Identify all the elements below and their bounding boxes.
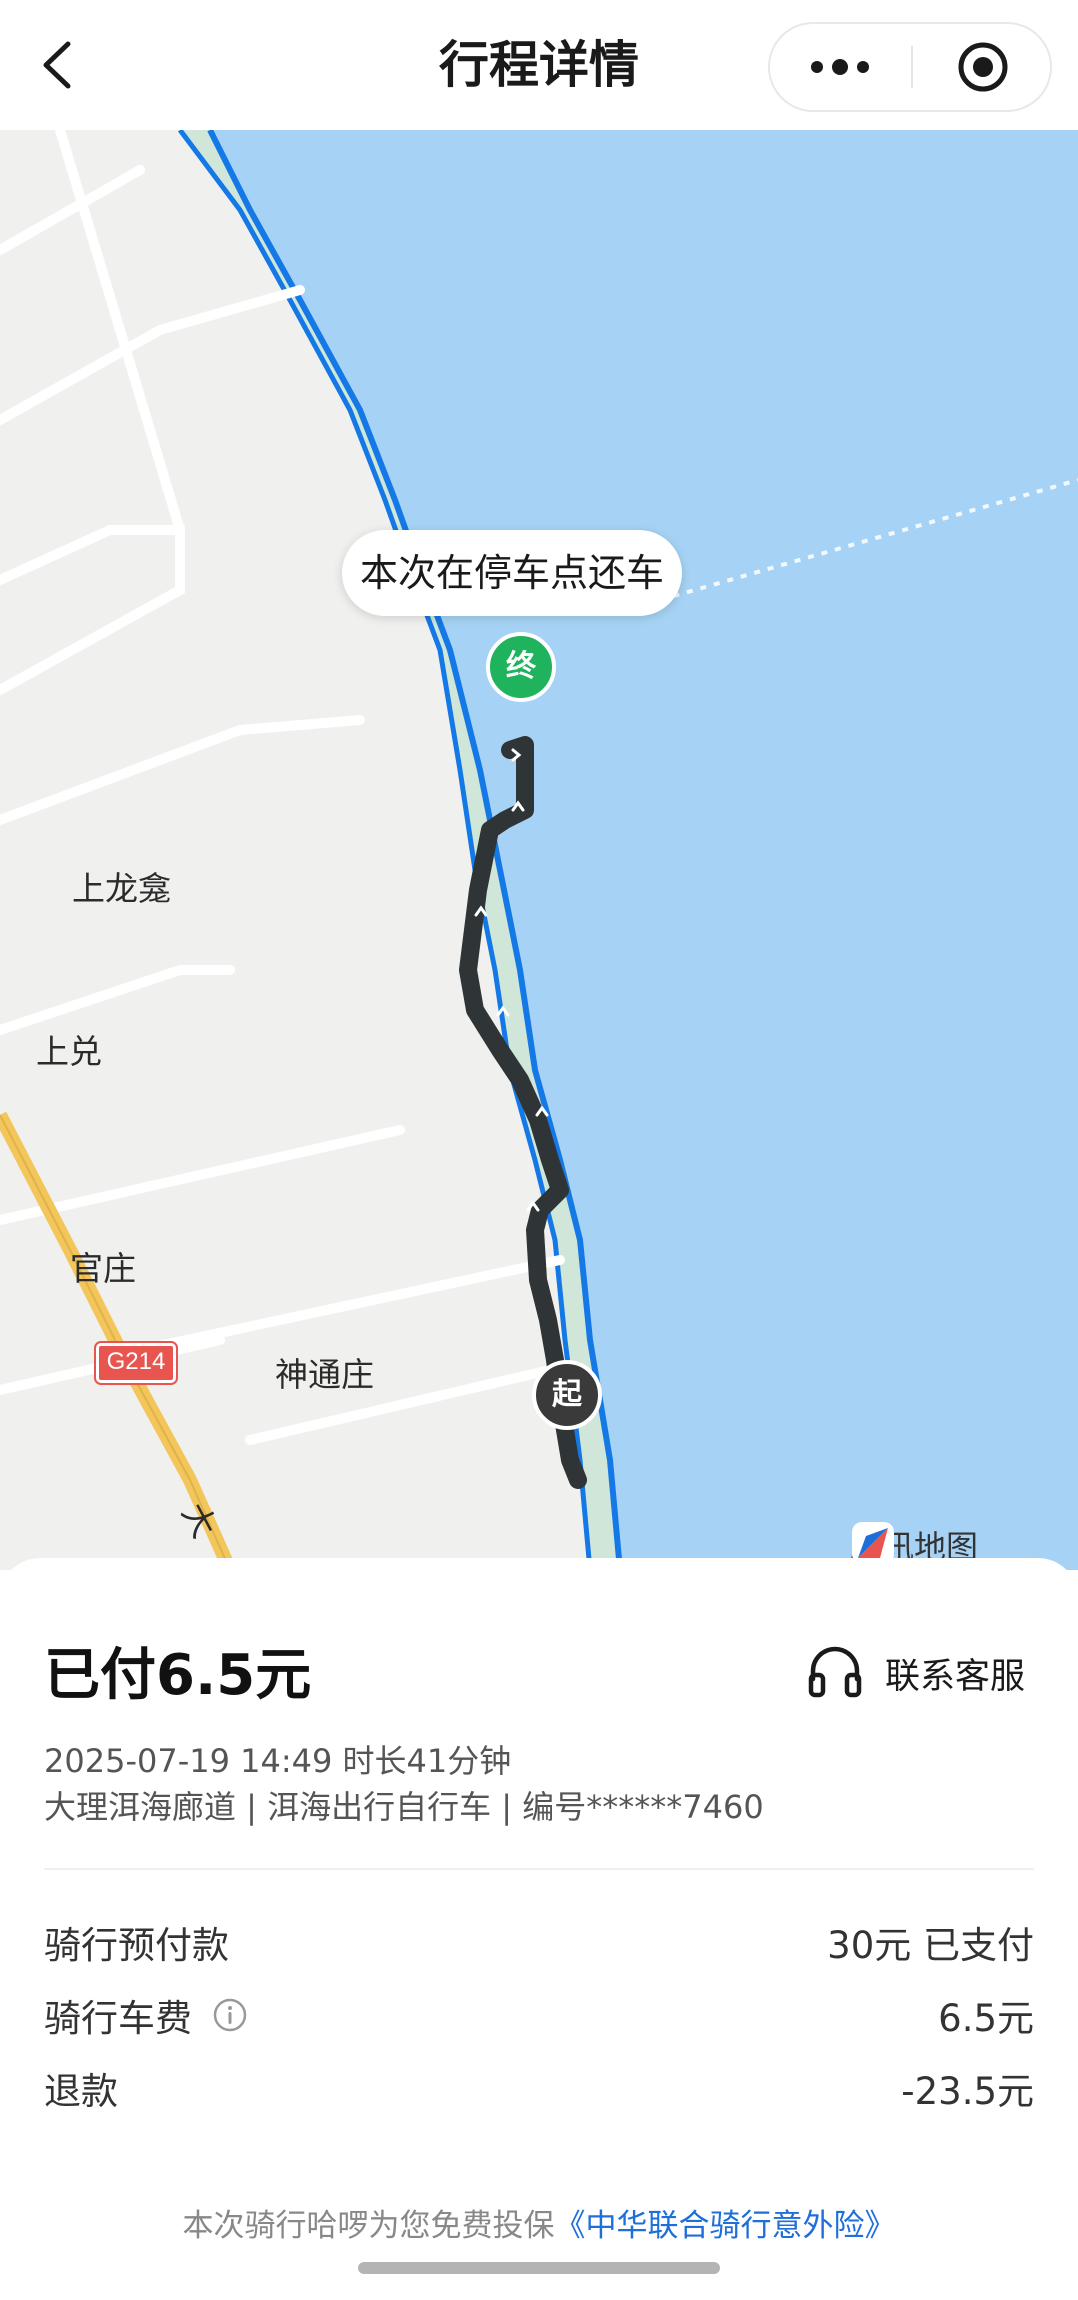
insurance-text: 本次骑行哈啰为您免费投保 bbox=[182, 2208, 555, 2244]
fee-row-prepay: 骑行预付款 30元 已支付 bbox=[44, 1912, 1034, 1972]
home-indicator bbox=[358, 2262, 720, 2274]
trip-summary-panel: 已付6.5元 联系客服 2025-07-19 14:49 时长41分钟 大理洱海… bbox=[0, 1558, 1078, 2300]
close-miniprogram-button[interactable] bbox=[913, 24, 1052, 110]
fee-value: -23.5元 bbox=[901, 2070, 1034, 2113]
fee-label: 骑行车费 bbox=[44, 1997, 192, 2040]
fee-label-wrap: 骑行车费 bbox=[44, 1988, 248, 2042]
fee-row-ride-fee: 骑行车费 6.5元 bbox=[44, 1985, 1034, 2045]
highway-shield: G214 bbox=[94, 1341, 178, 1385]
fee-label: 骑行预付款 bbox=[44, 1924, 229, 1967]
fee-value: 6.5元 bbox=[938, 1997, 1034, 2040]
info-icon[interactable] bbox=[212, 1997, 248, 2033]
customer-service-label: 联系客服 bbox=[885, 1656, 1026, 1697]
trip-route-info: 大理洱海廊道 | 洱海出行自行车 | 编号******7460 bbox=[44, 1788, 764, 1826]
customer-service-button[interactable]: 联系客服 bbox=[805, 1638, 1025, 1708]
place-label: 上兑 bbox=[36, 1032, 102, 1071]
insurance-link[interactable]: 《中华联合骑行意外险》 bbox=[555, 2208, 896, 2244]
miniprogram-capsule bbox=[768, 22, 1052, 112]
divider bbox=[44, 1868, 1034, 1870]
headset-icon bbox=[808, 1646, 862, 1698]
insurance-note: 本次骑行哈啰为您免费投保《中华联合骑行意外险》 bbox=[0, 2200, 1078, 2245]
route-map[interactable]: 上龙龛 上兑 官庄 神通庄 大 G214 本次在停车点还车 终 起 腾讯地图 bbox=[0, 130, 1078, 1570]
fee-row-refund: 退款 -23.5元 bbox=[44, 2058, 1034, 2118]
more-button[interactable] bbox=[770, 24, 910, 110]
more-dots-icon bbox=[811, 59, 869, 75]
paid-amount: 已付6.5元 bbox=[44, 1643, 312, 1708]
place-label: 上龙龛 bbox=[72, 869, 171, 908]
place-label: 神通庄 bbox=[275, 1355, 374, 1394]
place-label: 官庄 bbox=[70, 1249, 136, 1288]
fee-value: 30元 已支付 bbox=[827, 1924, 1034, 1967]
target-close-icon bbox=[958, 42, 1007, 92]
trip-datetime-duration: 2025-07-19 14:49 时长41分钟 bbox=[44, 1742, 512, 1780]
top-bar: 行程详情 bbox=[0, 0, 1078, 130]
end-marker[interactable]: 终 bbox=[486, 632, 556, 702]
end-location-bubble: 本次在停车点还车 bbox=[342, 530, 683, 616]
start-marker[interactable]: 起 bbox=[532, 1360, 602, 1430]
fee-label: 退款 bbox=[44, 2070, 118, 2113]
